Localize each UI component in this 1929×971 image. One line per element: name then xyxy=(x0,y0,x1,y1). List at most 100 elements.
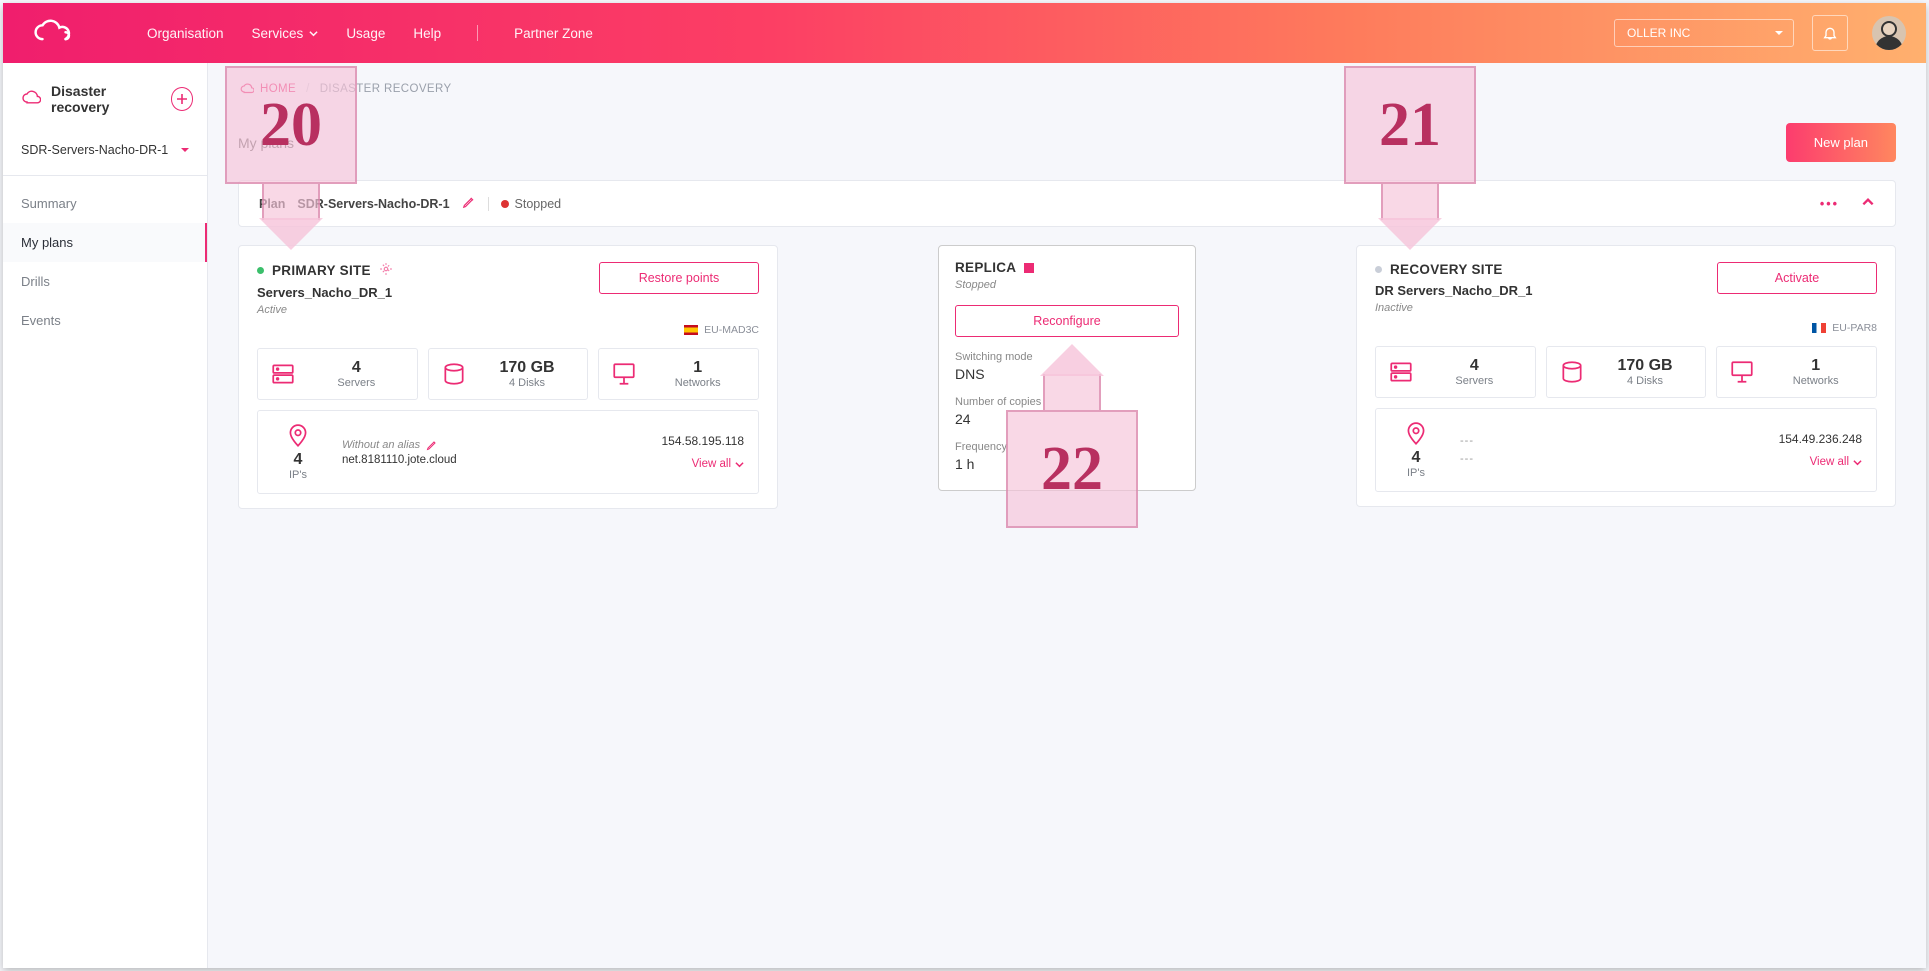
content: HOME / DISASTER RECOVERY My plans New pl… xyxy=(208,63,1926,968)
sidebar-item-summary[interactable]: Summary xyxy=(3,184,207,223)
recovery-storage-metric: 170 GB4 Disks xyxy=(1546,346,1707,398)
stop-icon xyxy=(1024,263,1034,273)
recovery-heading: RECOVERY SITE xyxy=(1390,262,1503,277)
location-icon xyxy=(285,423,311,449)
recovery-name: DR Servers_Nacho_DR_1 xyxy=(1375,283,1533,298)
sidebar-plan-label: SDR-Servers-Nacho-DR-1 xyxy=(21,143,168,157)
nav-services-label: Services xyxy=(252,26,304,41)
cloud-icon xyxy=(240,83,254,95)
recovery-ip-address: 154.49.236.248 xyxy=(1779,432,1862,446)
plan-more-button[interactable]: ••• xyxy=(1820,197,1839,211)
plan-collapse-button[interactable] xyxy=(1861,195,1875,212)
primary-name: Servers_Nacho_DR_1 xyxy=(257,285,393,300)
breadcrumb-home[interactable]: HOME xyxy=(240,83,296,95)
disk-icon xyxy=(441,361,467,387)
sidebar-item-drills[interactable]: Drills xyxy=(3,262,207,301)
new-plan-button[interactable]: New plan xyxy=(1786,123,1896,162)
recovery-alias-value: --- xyxy=(1460,453,1474,465)
switching-mode-value: DNS xyxy=(955,366,1179,382)
breadcrumb-home-label: HOME xyxy=(260,83,296,95)
copies-value: 24 xyxy=(955,411,1179,427)
primary-alias-value: net.8181110.jote.cloud xyxy=(342,454,457,466)
network-icon xyxy=(1729,359,1755,385)
network-icon xyxy=(611,361,637,387)
primary-region: EU-MAD3C xyxy=(704,324,759,336)
activate-button[interactable]: Activate xyxy=(1717,262,1877,294)
plan-status-label: Stopped xyxy=(515,197,562,211)
recovery-networks-metric: 1Networks xyxy=(1716,346,1877,398)
nav-separator xyxy=(477,25,478,41)
notifications-button[interactable] xyxy=(1812,15,1848,51)
replica-heading: REPLICA xyxy=(955,260,1016,275)
pencil-icon[interactable] xyxy=(426,439,438,451)
sidebar-nav: Summary My plans Drills Events xyxy=(3,176,207,340)
nav-services[interactable]: Services xyxy=(252,26,319,41)
bell-icon xyxy=(1822,25,1838,41)
primary-alias-label: Without an alias xyxy=(342,439,420,451)
pencil-icon xyxy=(462,195,476,209)
user-avatar[interactable] xyxy=(1872,16,1906,50)
topbar: Organisation Services Usage Help Partner… xyxy=(3,3,1926,63)
primary-networks-metric: 1Networks xyxy=(598,348,759,400)
primary-status: Active xyxy=(257,304,393,316)
chevron-down-icon xyxy=(735,460,744,469)
switching-mode-label: Switching mode xyxy=(955,351,1179,363)
primary-ips-box: 4 IP's Without an alias net.8181110.jote… xyxy=(257,410,759,494)
sidebar: Disaster recovery SDR-Servers-Nacho-DR-1… xyxy=(3,63,208,968)
nav-usage[interactable]: Usage xyxy=(346,26,385,41)
breadcrumb-separator: / xyxy=(306,83,310,95)
chevron-up-icon xyxy=(1861,195,1875,209)
primary-servers-metric: 4Servers xyxy=(257,348,418,400)
org-selector-label: OLLER INC xyxy=(1627,26,1690,40)
primary-site-card: PRIMARY SITE Servers_Nacho_DR_1 Active R… xyxy=(238,245,778,509)
replica-status: Stopped xyxy=(955,279,1179,291)
plan-name: SDR-Servers-Nacho-DR-1 xyxy=(297,197,449,211)
frequency-value: 1 h xyxy=(955,456,1179,472)
chevron-down-icon xyxy=(1853,458,1862,467)
plan-prefix: Plan xyxy=(259,197,285,211)
plan-status: Stopped xyxy=(501,197,562,211)
logo[interactable] xyxy=(31,19,77,47)
recovery-view-all[interactable]: View all xyxy=(1810,456,1862,468)
cloud-dr-icon xyxy=(21,90,41,109)
frequency-label: Frequency xyxy=(955,441,1179,453)
primary-ip-address: 154.58.195.118 xyxy=(661,434,744,448)
recovery-ips-box: 4 IP's --- --- 154.49.236.248 View all xyxy=(1375,408,1877,492)
recovery-alias-label: --- xyxy=(1460,435,1474,447)
server-icon xyxy=(270,361,296,387)
nav-organisation[interactable]: Organisation xyxy=(147,26,224,41)
gear-icon[interactable] xyxy=(379,262,393,279)
recovery-status: Inactive xyxy=(1375,302,1533,314)
plan-bar: Plan SDR-Servers-Nacho-DR-1 Stopped ••• xyxy=(238,180,1896,227)
sidebar-item-myplans[interactable]: My plans xyxy=(3,223,207,262)
org-selector[interactable]: OLLER INC xyxy=(1614,19,1794,47)
recovery-site-card: RECOVERY SITE DR Servers_Nacho_DR_1 Inac… xyxy=(1356,245,1896,507)
flag-fr-icon xyxy=(1812,323,1826,333)
primary-storage-metric: 170 GB4 Disks xyxy=(428,348,589,400)
nav-partner-zone[interactable]: Partner Zone xyxy=(514,26,593,41)
location-icon xyxy=(1403,421,1429,447)
top-nav: Organisation Services Usage Help Partner… xyxy=(147,25,593,41)
sidebar-title: Disaster recovery xyxy=(51,83,161,115)
breadcrumb: HOME / DISASTER RECOVERY xyxy=(238,63,1896,99)
sidebar-item-events[interactable]: Events xyxy=(3,301,207,340)
restore-points-button[interactable]: Restore points xyxy=(599,262,759,294)
primary-heading: PRIMARY SITE xyxy=(272,263,371,278)
copies-label: Number of copies xyxy=(955,396,1179,408)
disk-icon xyxy=(1559,359,1585,385)
recovery-servers-metric: 4Servers xyxy=(1375,346,1536,398)
chevron-down-icon xyxy=(309,29,318,38)
reconfigure-button[interactable]: Reconfigure xyxy=(955,305,1179,337)
plus-icon xyxy=(176,93,188,105)
add-plan-button[interactable] xyxy=(171,87,194,111)
primary-view-all[interactable]: View all xyxy=(692,458,744,470)
edit-plan-button[interactable] xyxy=(462,195,476,212)
page-title: My plans xyxy=(238,135,294,151)
sidebar-plan-selector[interactable]: SDR-Servers-Nacho-DR-1 xyxy=(3,129,207,176)
replica-card: REPLICA Stopped Reconfigure Switching mo… xyxy=(938,245,1196,491)
nav-help[interactable]: Help xyxy=(413,26,441,41)
breadcrumb-current: DISASTER RECOVERY xyxy=(320,83,452,95)
recovery-region: EU-PAR8 xyxy=(1832,322,1877,334)
flag-es-icon xyxy=(684,325,698,335)
server-icon xyxy=(1388,359,1414,385)
